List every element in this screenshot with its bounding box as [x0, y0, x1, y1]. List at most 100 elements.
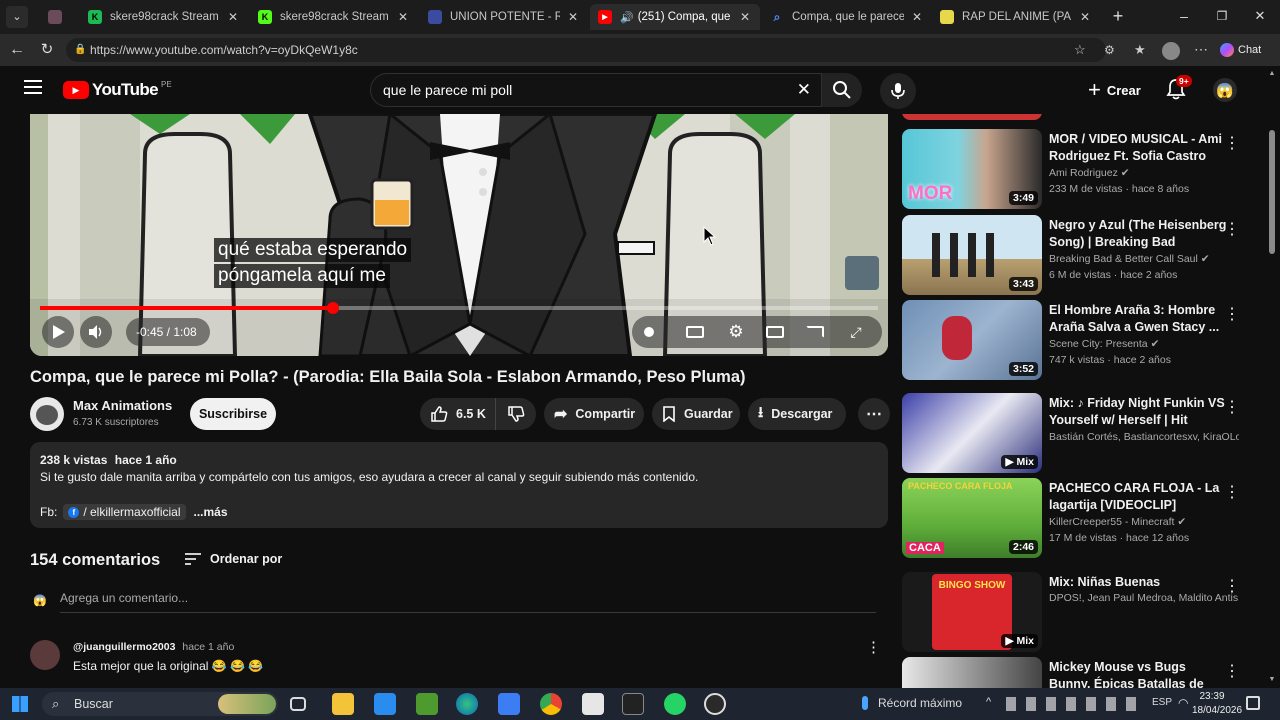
dislike-button[interactable]	[496, 398, 536, 430]
new-tab-icon[interactable]: +	[1108, 6, 1128, 26]
terminal-icon[interactable]	[622, 693, 644, 715]
video-thumbnail[interactable]: MOR 3:49	[902, 129, 1042, 209]
miniplayer-icon[interactable]	[766, 326, 784, 338]
file-explorer-icon[interactable]	[332, 693, 354, 715]
copilot-chat-button[interactable]: Chat	[1220, 40, 1272, 60]
close-tab-icon[interactable]: ✕	[910, 10, 924, 24]
partial-thumbnail[interactable]	[902, 114, 1042, 120]
taskbar-app-icon[interactable]	[498, 693, 520, 715]
settings-gear-icon[interactable]: ⚙	[726, 322, 746, 342]
facebook-link[interactable]: f / elkillermaxofficial	[63, 504, 186, 520]
create-button[interactable]: + Crear	[1082, 74, 1154, 106]
channel-name[interactable]: Max Animations	[73, 398, 172, 413]
maximize-icon[interactable]: ❐	[1214, 6, 1230, 26]
recommended-video[interactable]: MOR 3:49 MOR / VIDEO MUSICAL - Ami Rodri…	[902, 129, 1258, 209]
close-tab-icon[interactable]: ✕	[566, 10, 580, 24]
video-player[interactable]: qué estaba esperando póngamela aquí me -…	[30, 114, 888, 356]
youtube-logo[interactable]: ▶ YouTube PE	[63, 80, 172, 100]
wifi-icon[interactable]: ◠	[1178, 696, 1188, 710]
cast-icon[interactable]	[806, 326, 824, 338]
commenter-avatar[interactable]	[30, 640, 60, 670]
edge-icon[interactable]	[456, 693, 478, 715]
close-tab-icon[interactable]: ✕	[738, 10, 752, 24]
language-indicator[interactable]: ESP	[1152, 697, 1172, 708]
notifications-button[interactable]: 9+	[1166, 75, 1192, 102]
recommended-video[interactable]: 3:52 El Hombre Araña 3: Hombre Araña Sal…	[902, 300, 1258, 380]
like-button[interactable]: 6.5 K	[420, 398, 496, 430]
sort-comments-button[interactable]: Ordenar por	[184, 549, 282, 569]
tab-5-active[interactable]: ▶ 🔊 (251) Compa, que le pa ✕	[590, 4, 760, 30]
description-box[interactable]: 238 k vistas hace 1 año Si te gusto dale…	[30, 442, 888, 528]
comment-author[interactable]: @juanguillermo2003	[73, 641, 175, 653]
video-thumbnail[interactable]: PACHECO CARA FLOJA CACA 2:46	[902, 478, 1042, 558]
video-thumbnail[interactable]	[902, 657, 1042, 688]
autoplay-toggle[interactable]	[642, 325, 658, 339]
recommended-mix[interactable]: BINGO SHOW ▶ Mix Mix: Niñas Buenas DPOS!…	[902, 572, 1258, 652]
tab-6[interactable]: ⌕ Compa, que le parece mi Po ✕	[762, 4, 932, 30]
speaker-icon[interactable]: 🔊	[620, 11, 634, 24]
taskbar-search-box[interactable]: ⌕ Buscar	[42, 692, 278, 716]
kebab-menu-icon[interactable]: ⋮	[1224, 484, 1240, 504]
whatsapp-icon[interactable]	[664, 693, 686, 715]
volume-button[interactable]	[80, 316, 112, 348]
xbox-icon[interactable]	[704, 693, 726, 715]
video-thumbnail[interactable]: 3:43	[902, 215, 1042, 295]
weather-widget[interactable]: Récord máximo	[862, 696, 962, 710]
play-button[interactable]	[42, 316, 74, 348]
show-more-link[interactable]: ...más	[194, 505, 228, 519]
kebab-menu-icon[interactable]: ⋮	[1224, 306, 1240, 326]
voice-search-button[interactable]	[880, 73, 916, 109]
tab-3[interactable]: K skere98crack Stream - Kick ✕	[250, 4, 418, 30]
more-actions-button[interactable]: ⋯	[858, 398, 890, 430]
add-comment-input[interactable]: Agrega un comentario...	[60, 591, 876, 613]
recommended-video[interactable]: PACHECO CARA FLOJA CACA 2:46 PACHECO CAR…	[902, 478, 1258, 558]
fullscreen-icon[interactable]: ⤢	[848, 324, 864, 340]
close-tab-icon[interactable]: ✕	[226, 10, 240, 24]
kebab-menu-icon[interactable]: ⋮	[1224, 663, 1240, 683]
minecraft-icon[interactable]	[416, 693, 438, 715]
tab-4[interactable]: UNION POTENTE - Roblox ✕	[420, 4, 588, 30]
search-button[interactable]	[822, 73, 862, 107]
reload-icon[interactable]: ↻	[38, 41, 56, 59]
recommended-video[interactable]: Mickey Mouse vs Bugs Bunny. Épicas Batal…	[902, 657, 1258, 688]
url-field[interactable]: 🔒 https://www.youtube.com/watch?v=oyDkQe…	[66, 38, 1106, 62]
download-button[interactable]: ⭳ Descargar	[748, 398, 846, 430]
notification-center-icon[interactable]	[1246, 696, 1260, 710]
share-button[interactable]: ➦ Compartir	[544, 398, 644, 430]
subscribe-button[interactable]: Suscribirse	[190, 398, 276, 430]
kebab-menu-icon[interactable]: ⋮	[1224, 399, 1240, 419]
search-input[interactable]: que le parece mi poll ✕	[370, 73, 822, 107]
recommended-video[interactable]: 3:43 Negro y Azul (The Heisenberg Song) …	[902, 215, 1258, 295]
chrome-icon[interactable]	[540, 693, 562, 715]
clear-search-icon[interactable]: ✕	[797, 74, 811, 106]
progress-bar[interactable]	[40, 302, 878, 314]
hamburger-menu-icon[interactable]	[24, 80, 42, 94]
favorites-icon[interactable]: ★	[1134, 42, 1150, 58]
star-icon[interactable]: ☆	[1074, 42, 1090, 58]
minimize-icon[interactable]: –	[1176, 6, 1192, 26]
task-view-icon[interactable]	[290, 697, 306, 711]
profile-avatar[interactable]	[1162, 42, 1180, 60]
kebab-menu-icon[interactable]: ⋮	[1224, 135, 1240, 155]
video-thumbnail[interactable]: ▶ Mix	[902, 393, 1042, 473]
close-tab-icon[interactable]: ✕	[396, 10, 410, 24]
tab-7[interactable]: RAP DEL ANIME (PART. RAM ✕	[932, 4, 1100, 30]
video-thumbnail[interactable]: BINGO SHOW ▶ Mix	[902, 572, 1042, 652]
channel-avatar[interactable]	[30, 397, 64, 431]
page-scrollbar[interactable]: ▲ ▼	[1268, 66, 1276, 688]
account-avatar[interactable]: 😱	[1213, 78, 1237, 102]
tab-2[interactable]: K skere98crack Stream - Wat ✕	[80, 4, 248, 30]
scroll-down-arrow-icon[interactable]: ▼	[1268, 676, 1276, 684]
clock[interactable]: 23:39 18/04/2026	[1192, 690, 1242, 718]
scroll-up-arrow-icon[interactable]: ▲	[1268, 70, 1276, 78]
recommended-mix[interactable]: ▶ Mix Mix: ♪ Friday Night Funkin VS Your…	[902, 393, 1258, 473]
notepad-icon[interactable]	[582, 693, 604, 715]
video-thumbnail[interactable]: 3:52	[902, 300, 1042, 380]
tab-1[interactable]	[40, 4, 78, 30]
store-icon[interactable]	[374, 693, 396, 715]
comment-menu-icon[interactable]: ⋮	[866, 638, 881, 656]
save-button[interactable]: Guardar	[652, 398, 740, 430]
close-window-icon[interactable]: ✕	[1252, 6, 1268, 26]
more-icon[interactable]: ⋯	[1194, 42, 1210, 58]
kebab-menu-icon[interactable]: ⋮	[1224, 578, 1240, 598]
